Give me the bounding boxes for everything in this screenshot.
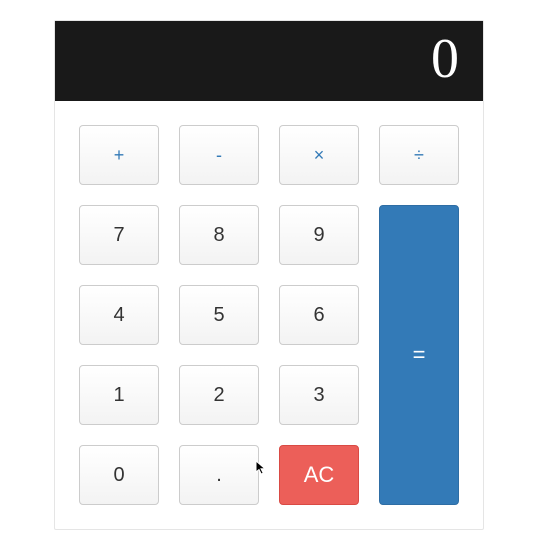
display: 0 xyxy=(55,21,483,101)
multiply-button[interactable]: × xyxy=(279,125,359,185)
clear-button[interactable]: AC xyxy=(279,445,359,505)
subtract-button[interactable]: - xyxy=(179,125,259,185)
digit-0-button[interactable]: 0 xyxy=(79,445,159,505)
digit-4-button[interactable]: 4 xyxy=(79,285,159,345)
digit-3-button[interactable]: 3 xyxy=(279,365,359,425)
decimal-button[interactable]: . xyxy=(179,445,259,505)
calculator: 0 + - × ÷ 7 8 9 = 4 5 6 1 2 3 0 . AC xyxy=(54,20,484,530)
divide-button[interactable]: ÷ xyxy=(379,125,459,185)
equals-button[interactable]: = xyxy=(379,205,459,505)
keypad: + - × ÷ 7 8 9 = 4 5 6 1 2 3 0 . AC xyxy=(55,101,483,529)
digit-8-button[interactable]: 8 xyxy=(179,205,259,265)
digit-9-button[interactable]: 9 xyxy=(279,205,359,265)
digit-6-button[interactable]: 6 xyxy=(279,285,359,345)
digit-7-button[interactable]: 7 xyxy=(79,205,159,265)
digit-1-button[interactable]: 1 xyxy=(79,365,159,425)
digit-5-button[interactable]: 5 xyxy=(179,285,259,345)
add-button[interactable]: + xyxy=(79,125,159,185)
digit-2-button[interactable]: 2 xyxy=(179,365,259,425)
